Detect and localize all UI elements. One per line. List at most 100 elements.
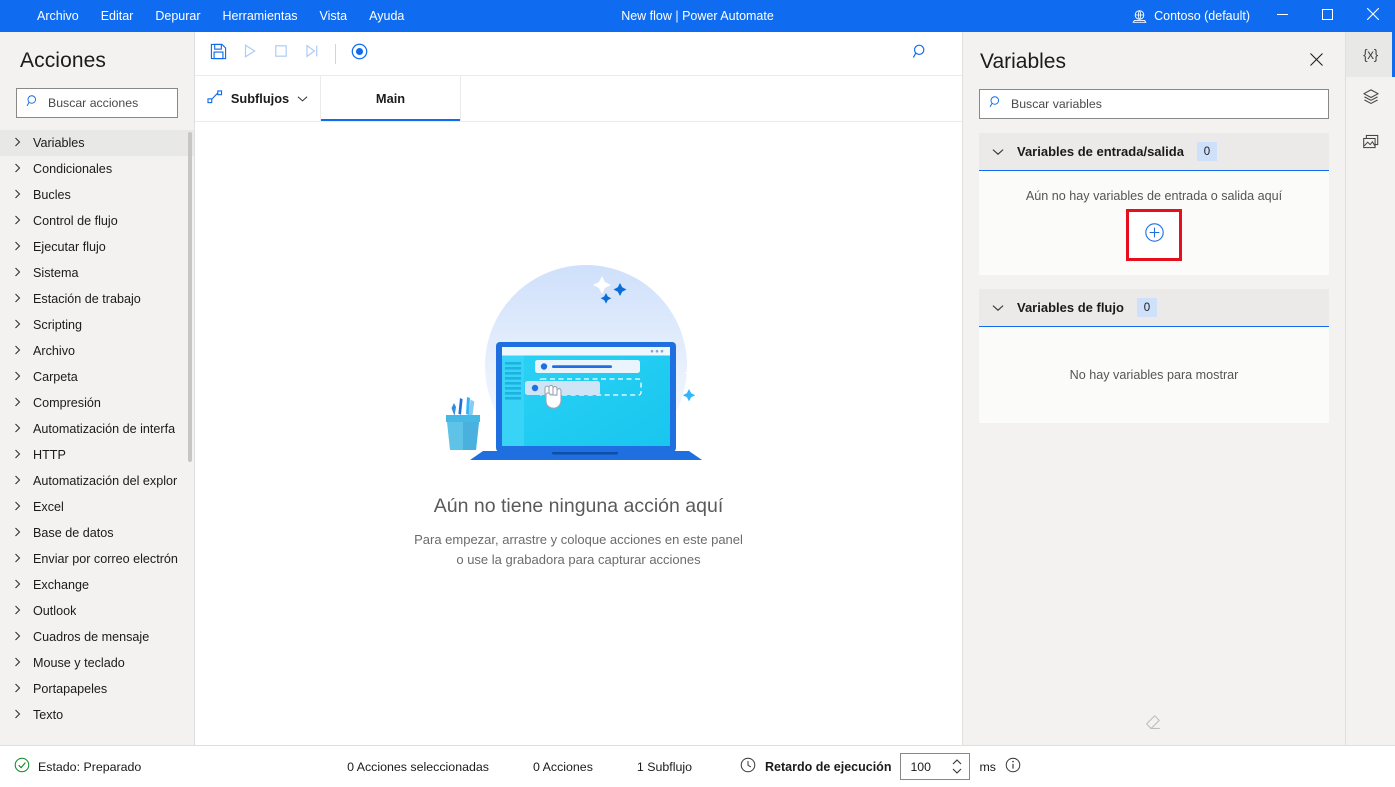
clear-variables-button[interactable] <box>963 714 1345 736</box>
action-group-label: Enviar por correo electrón <box>33 552 178 566</box>
chevron-down-icon <box>992 143 1004 161</box>
images-rail-icon[interactable] <box>1346 122 1395 167</box>
chevron-right-icon <box>14 396 22 410</box>
chevron-right-icon <box>14 604 22 618</box>
actions-list[interactable]: Variables Condicionales Bucles Control d… <box>0 130 194 745</box>
chevron-right-icon <box>14 526 22 540</box>
save-button[interactable] <box>203 38 234 69</box>
power-automate-window: Archivo Editar Depurar Herramientas Vist… <box>0 0 1395 787</box>
io-variables-group: Variables de entrada/salida 0 Aún no hay… <box>979 133 1329 275</box>
menu-item-vista[interactable]: Vista <box>309 3 359 29</box>
status-indicator: Estado: Preparado <box>14 757 141 776</box>
action-group-archivo[interactable]: Archivo <box>0 338 194 364</box>
tab-main[interactable]: Main <box>321 76 461 121</box>
execution-delay-unit: ms <box>979 760 996 774</box>
toolbar-right-group <box>905 38 962 69</box>
variables-search-box[interactable] <box>979 89 1329 119</box>
stop-icon <box>273 43 289 64</box>
spinner-arrows[interactable] <box>952 754 962 779</box>
action-group-outlook[interactable]: Outlook <box>0 598 194 624</box>
rail-variables-glyph: {x} <box>1363 47 1378 62</box>
spinner-down-icon <box>952 768 962 774</box>
action-group-portapapeles[interactable]: Portapapeles <box>0 676 194 702</box>
image-stack-icon <box>1362 133 1380 156</box>
menu-item-herramientas[interactable]: Herramientas <box>212 3 309 29</box>
selected-actions-count: 0 Acciones seleccionadas <box>325 760 511 774</box>
action-group-texto[interactable]: Texto <box>0 702 194 728</box>
step-over-button[interactable] <box>296 38 327 69</box>
flow-canvas[interactable]: Aún no tiene ninguna acción aquí Para em… <box>195 122 962 745</box>
io-variables-count-badge: 0 <box>1197 142 1217 161</box>
variables-rail-icon[interactable]: {x} <box>1346 32 1395 77</box>
minimize-button[interactable] <box>1260 0 1305 32</box>
actions-list-scrollbar[interactable] <box>188 132 192 462</box>
close-button[interactable] <box>1350 0 1395 32</box>
action-group-bucles[interactable]: Bucles <box>0 182 194 208</box>
menu-item-editar[interactable]: Editar <box>90 3 145 29</box>
actions-search-box[interactable] <box>16 88 178 118</box>
add-io-variable-button[interactable] <box>1141 222 1167 248</box>
action-group-condicionales[interactable]: Condicionales <box>0 156 194 182</box>
spinner-up-icon <box>952 759 962 765</box>
stop-button[interactable] <box>265 38 296 69</box>
environment-selector[interactable]: Contoso (default) <box>1126 9 1260 24</box>
record-button[interactable] <box>344 38 375 69</box>
action-group-label: Compresión <box>33 396 101 410</box>
run-button[interactable] <box>234 38 265 69</box>
close-icon <box>1310 53 1323 71</box>
flow-variables-group-label: Variables de flujo <box>1017 300 1124 315</box>
menu-item-archivo[interactable]: Archivo <box>26 3 90 29</box>
menu-item-ayuda[interactable]: Ayuda <box>358 3 415 29</box>
flow-variables-group-header[interactable]: Variables de flujo 0 <box>979 289 1329 327</box>
action-group-excel[interactable]: Excel <box>0 494 194 520</box>
execution-delay-value[interactable] <box>910 760 950 774</box>
canvas-search-button[interactable] <box>905 38 936 69</box>
action-group-exchange[interactable]: Exchange <box>0 572 194 598</box>
action-group-label: Outlook <box>33 604 76 618</box>
action-group-mouse-y-teclado[interactable]: Mouse y teclado <box>0 650 194 676</box>
subflows-dropdown[interactable]: Subflujos <box>195 76 321 121</box>
action-group-estacion-de-trabajo[interactable]: Estación de trabajo <box>0 286 194 312</box>
action-group-carpeta[interactable]: Carpeta <box>0 364 194 390</box>
action-group-label: Ejecutar flujo <box>33 240 106 254</box>
action-group-ejecutar-flujo[interactable]: Ejecutar flujo <box>0 234 194 260</box>
action-group-scripting[interactable]: Scripting <box>0 312 194 338</box>
chevron-down-icon <box>297 91 308 106</box>
io-variables-group-header[interactable]: Variables de entrada/salida 0 <box>979 133 1329 171</box>
execution-delay-input[interactable] <box>900 753 970 780</box>
action-group-http[interactable]: HTTP <box>0 442 194 468</box>
action-group-compresion[interactable]: Compresión <box>0 390 194 416</box>
action-group-label: Exchange <box>33 578 89 592</box>
chevron-right-icon <box>14 344 22 358</box>
info-icon[interactable] <box>1005 757 1021 776</box>
empty-state-title: Aún no tiene ninguna acción aquí <box>434 495 723 518</box>
action-group-automatizacion-de-interfaz[interactable]: Automatización de interfa <box>0 416 194 442</box>
action-group-enviar-por-correo-electronico[interactable]: Enviar por correo electrón <box>0 546 194 572</box>
status-counters: 0 Acciones seleccionadas 0 Acciones 1 Su… <box>325 753 1021 780</box>
action-group-label: Bucles <box>33 188 71 202</box>
action-group-label: Excel <box>33 500 64 514</box>
menu-item-depurar[interactable]: Depurar <box>144 3 211 29</box>
variables-panel-close-button[interactable] <box>1303 49 1329 75</box>
action-group-label: Portapapeles <box>33 682 107 696</box>
chevron-right-icon <box>14 292 22 306</box>
run-icon <box>242 43 258 64</box>
variables-search-input[interactable] <box>1011 97 1319 111</box>
ui-elements-rail-icon[interactable] <box>1346 77 1395 122</box>
action-group-cuadros-de-mensaje[interactable]: Cuadros de mensaje <box>0 624 194 650</box>
action-group-variables[interactable]: Variables <box>0 130 194 156</box>
action-group-automatizacion-del-explorador[interactable]: Automatización del explor <box>0 468 194 494</box>
actions-search-input[interactable] <box>48 96 168 110</box>
action-group-base-de-datos[interactable]: Base de datos <box>0 520 194 546</box>
maximize-button[interactable] <box>1305 0 1350 32</box>
action-group-label: Control de flujo <box>33 214 118 228</box>
action-group-control-de-flujo[interactable]: Control de flujo <box>0 208 194 234</box>
clock-icon <box>740 757 756 776</box>
actions-panel: Acciones Variables Condi <box>0 32 195 745</box>
title-bar-right: Contoso (default) <box>1126 0 1395 32</box>
minimize-icon <box>1277 7 1288 25</box>
action-group-label: Estación de trabajo <box>33 292 141 306</box>
add-io-variable-highlight <box>1126 209 1182 261</box>
action-group-sistema[interactable]: Sistema <box>0 260 194 286</box>
subflows-count: 1 Subflujo <box>615 760 714 774</box>
